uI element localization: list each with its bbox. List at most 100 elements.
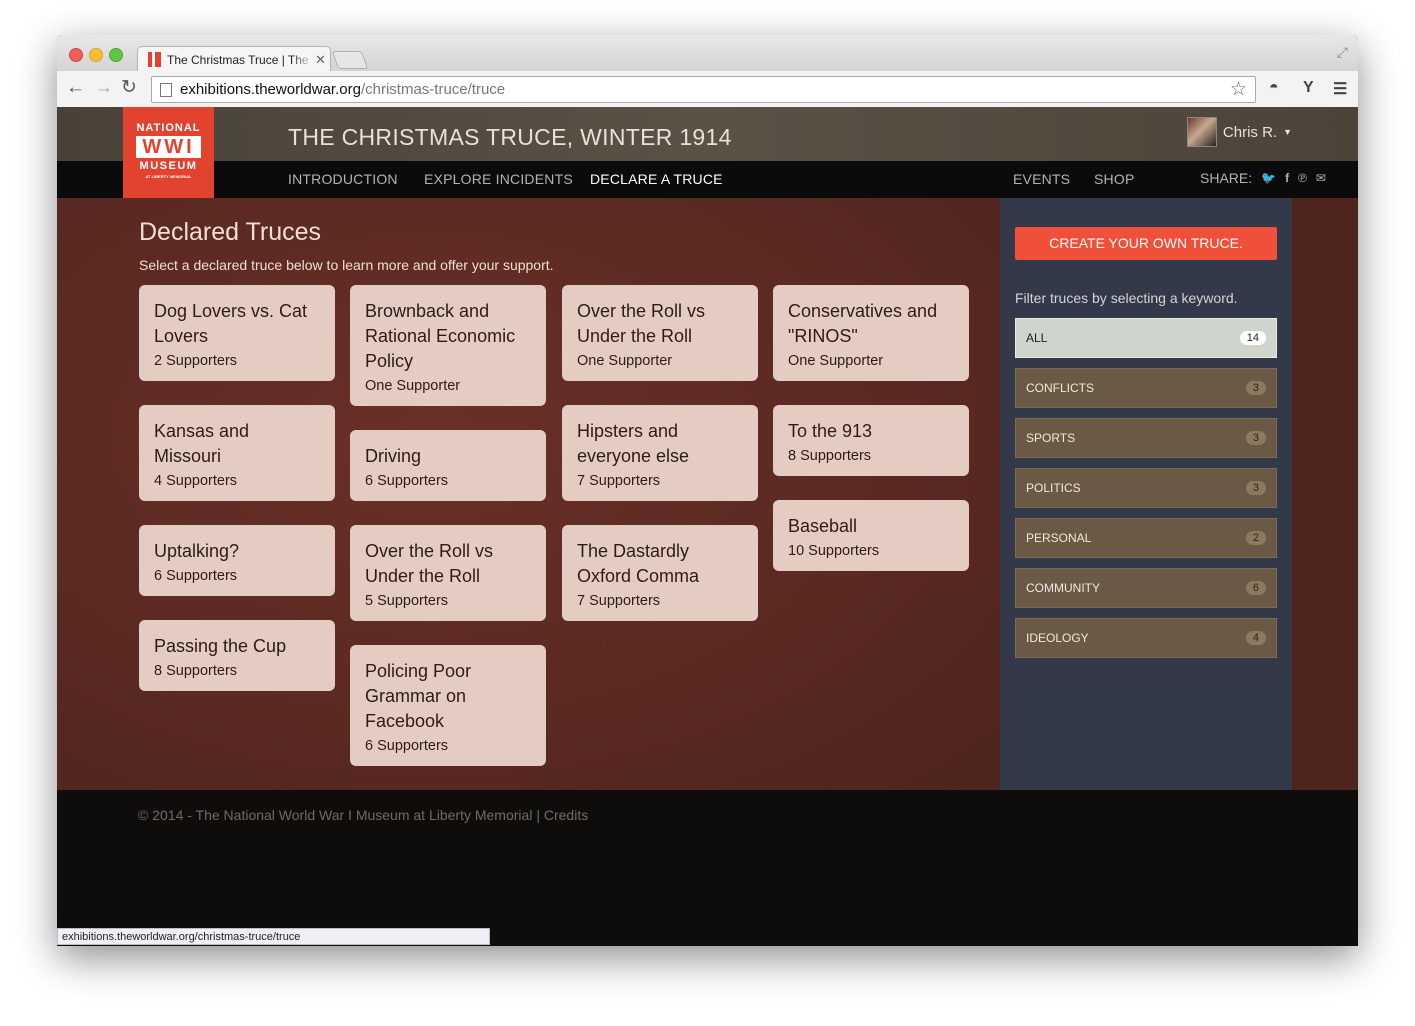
email-icon[interactable]: ✉ — [1316, 171, 1326, 185]
truce-title: Over the Roll vs Under the Roll — [577, 301, 706, 346]
filter-ideology[interactable]: IDEOLOGY 4 — [1015, 618, 1277, 658]
filter-count-badge: 3 — [1245, 381, 1266, 395]
site-title: THE CHRISTMAS TRUCE, WINTER 1914 — [288, 124, 732, 150]
truce-supporters: 8 Supporters — [788, 448, 872, 464]
browser-toolbar: ← → ↻ exhibitions.theworldwar.org/christ… — [57, 71, 1358, 108]
truce-card[interactable]: Baseball 10 Supporters — [773, 500, 969, 571]
filter-community[interactable]: COMMUNITY 6 — [1015, 568, 1277, 608]
filter-label-text: COMMUNITY — [1026, 581, 1100, 595]
truce-card[interactable]: Brownback and Rational Economic Policy O… — [350, 285, 546, 406]
truce-card[interactable]: Over the Roll vs Under the Roll One Supp… — [562, 285, 758, 381]
filter-count-badge: 2 — [1245, 531, 1266, 545]
nav-shop[interactable]: SHOP — [1094, 171, 1134, 187]
user-menu[interactable]: Chris R. ▼ — [1186, 117, 1292, 147]
truce-supporters: 10 Supporters — [788, 543, 880, 559]
filter-label-text: CONFLICTS — [1026, 381, 1095, 395]
credits-link[interactable]: Credits — [544, 807, 588, 823]
truce-title: Brownback and Rational Economic Policy — [365, 301, 516, 371]
browser-tab[interactable]: The Christmas Truce | The ✕ — [137, 46, 331, 72]
truce-card[interactable]: Hipsters and everyone else 7 Supporters — [562, 405, 758, 501]
truce-supporters: 5 Supporters — [365, 593, 449, 609]
filter-politics[interactable]: POLITICS 3 — [1015, 468, 1277, 508]
site-navbar: INTRODUCTION EXPLORE INCIDENTS DECLARE A… — [57, 161, 1358, 198]
truce-card[interactable]: Dog Lovers vs. Cat Lovers 2 Supporters — [139, 285, 335, 381]
reload-icon[interactable]: ↻ — [121, 78, 137, 98]
truce-title: Conservatives and "RINOS" — [788, 301, 938, 346]
nav-introduction[interactable]: INTRODUCTION — [288, 171, 398, 187]
website: THE CHRISTMAS TRUCE, WINTER 1914 Chris R… — [57, 107, 1358, 946]
menu-icon[interactable]: ☰ — [1333, 79, 1347, 99]
filter-label-text: IDEOLOGY — [1026, 631, 1089, 645]
page-icon — [160, 82, 172, 97]
filter-conflicts[interactable]: CONFLICTS 3 — [1015, 368, 1277, 408]
close-window-button[interactable] — [69, 48, 83, 62]
filter-label-text: SPORTS — [1026, 431, 1076, 445]
truce-card[interactable]: The Dastardly Oxford Comma 7 Supporters — [562, 525, 758, 621]
fullscreen-icon[interactable]: ⤢ — [1337, 44, 1348, 61]
pinterest-icon[interactable]: ℗ — [1298, 171, 1307, 185]
truce-supporters: 6 Supporters — [365, 738, 449, 754]
address-bar[interactable]: exhibitions.theworldwar.org/christmas-tr… — [151, 76, 1256, 103]
truce-card[interactable]: Conservatives and "RINOS" One Supporter — [773, 285, 969, 381]
site-header: THE CHRISTMAS TRUCE, WINTER 1914 Chris R… — [57, 107, 1358, 161]
nav-events[interactable]: EVENTS — [1013, 171, 1070, 187]
truce-supporters: 7 Supporters — [577, 593, 661, 609]
truce-card[interactable]: Driving 6 Supporters — [350, 430, 546, 501]
filter-sports[interactable]: SPORTS 3 — [1015, 418, 1277, 458]
truce-supporters: 4 Supporters — [154, 473, 238, 489]
truce-supporters: One Supporter — [365, 378, 461, 394]
truce-card[interactable]: To the 913 8 Supporters — [773, 405, 969, 476]
filter-all[interactable]: ALL 14 — [1015, 318, 1277, 358]
truce-title: The Dastardly Oxford Comma — [577, 541, 700, 586]
new-tab-button[interactable] — [331, 51, 369, 69]
nav-explore-incidents[interactable]: EXPLORE INCIDENTS — [424, 171, 573, 187]
truce-card[interactable]: Kansas and Missouri 4 Supporters — [139, 405, 335, 501]
favicon-icon — [148, 52, 161, 67]
share-label: SHARE: — [1200, 170, 1253, 186]
bookmark-star-icon[interactable]: ☆ — [1230, 78, 1247, 101]
url-path: /christmas-truce/truce — [360, 81, 506, 98]
truce-supporters: 6 Supporters — [154, 568, 238, 584]
logo-line-wwi: WWI — [136, 136, 201, 158]
truce-title: Passing the Cup — [154, 636, 287, 656]
page-title: Declared Truces — [139, 218, 322, 246]
truce-card[interactable]: Uptalking? 6 Supporters — [139, 525, 335, 596]
truce-card[interactable]: Passing the Cup 8 Supporters — [139, 620, 335, 691]
browser-window: The Christmas Truce | The ✕ ⤢ ← → ↻ exhi… — [57, 35, 1358, 946]
tab-close-icon[interactable]: ✕ — [315, 52, 326, 68]
twitter-icon[interactable]: 🐦 — [1261, 171, 1276, 185]
footer-text: © 2014 - The National World War I Museum… — [138, 807, 588, 823]
filter-sidebar: CREATE YOUR OWN TRUCE. Filter truces by … — [1000, 198, 1292, 790]
mask-extension-icon[interactable]: ◓ — [1269, 79, 1279, 97]
truce-title: Driving — [365, 446, 422, 466]
truce-supporters: One Supporter — [788, 353, 884, 369]
truce-supporters: 7 Supporters — [577, 473, 661, 489]
truces-panel: Declared Truces Select a declared truce … — [57, 198, 1000, 790]
truce-card[interactable]: Policing Poor Grammar on Facebook 6 Supp… — [350, 645, 546, 766]
back-arrow-icon[interactable]: ← — [66, 78, 85, 98]
share-bar: SHARE: 🐦 f ℗ ✉ — [1200, 170, 1326, 186]
filter-count-badge: 6 — [1245, 581, 1266, 595]
filter-personal[interactable]: PERSONAL 2 — [1015, 518, 1277, 558]
logo-line-museum: MUSEUM — [139, 160, 198, 172]
facebook-icon[interactable]: f — [1285, 171, 1289, 185]
url-host: exhibitions.theworldwar.org — [180, 81, 361, 98]
truce-supporters: 8 Supporters — [154, 663, 238, 679]
minimize-window-button[interactable] — [89, 48, 103, 62]
tab-strip: The Christmas Truce | The ✕ ⤢ — [57, 35, 1358, 72]
truce-supporters: 6 Supporters — [365, 473, 449, 489]
logo-line-national: NATIONAL — [136, 122, 201, 134]
truce-card[interactable]: Over the Roll vs Under the Roll 5 Suppor… — [350, 525, 546, 621]
museum-logo[interactable]: NATIONAL WWI MUSEUM AT LIBERTY MEMORIAL — [123, 107, 214, 198]
filter-label-text: ALL — [1026, 331, 1048, 345]
zoom-window-button[interactable] — [109, 48, 123, 62]
truce-title: Policing Poor Grammar on Facebook — [365, 661, 472, 731]
caret-down-icon: ▼ — [1283, 127, 1292, 137]
create-truce-button[interactable]: CREATE YOUR OWN TRUCE. — [1015, 227, 1277, 260]
logo-line-liberty: AT LIBERTY MEMORIAL — [145, 174, 192, 179]
y-extension-icon[interactable]: Y — [1303, 79, 1314, 97]
nav-declare-a-truce[interactable]: DECLARE A TRUCE — [590, 171, 723, 187]
forward-arrow-icon[interactable]: → — [94, 78, 113, 98]
truce-title: Hipsters and everyone else — [577, 421, 690, 466]
filter-count-badge: 3 — [1245, 481, 1266, 495]
